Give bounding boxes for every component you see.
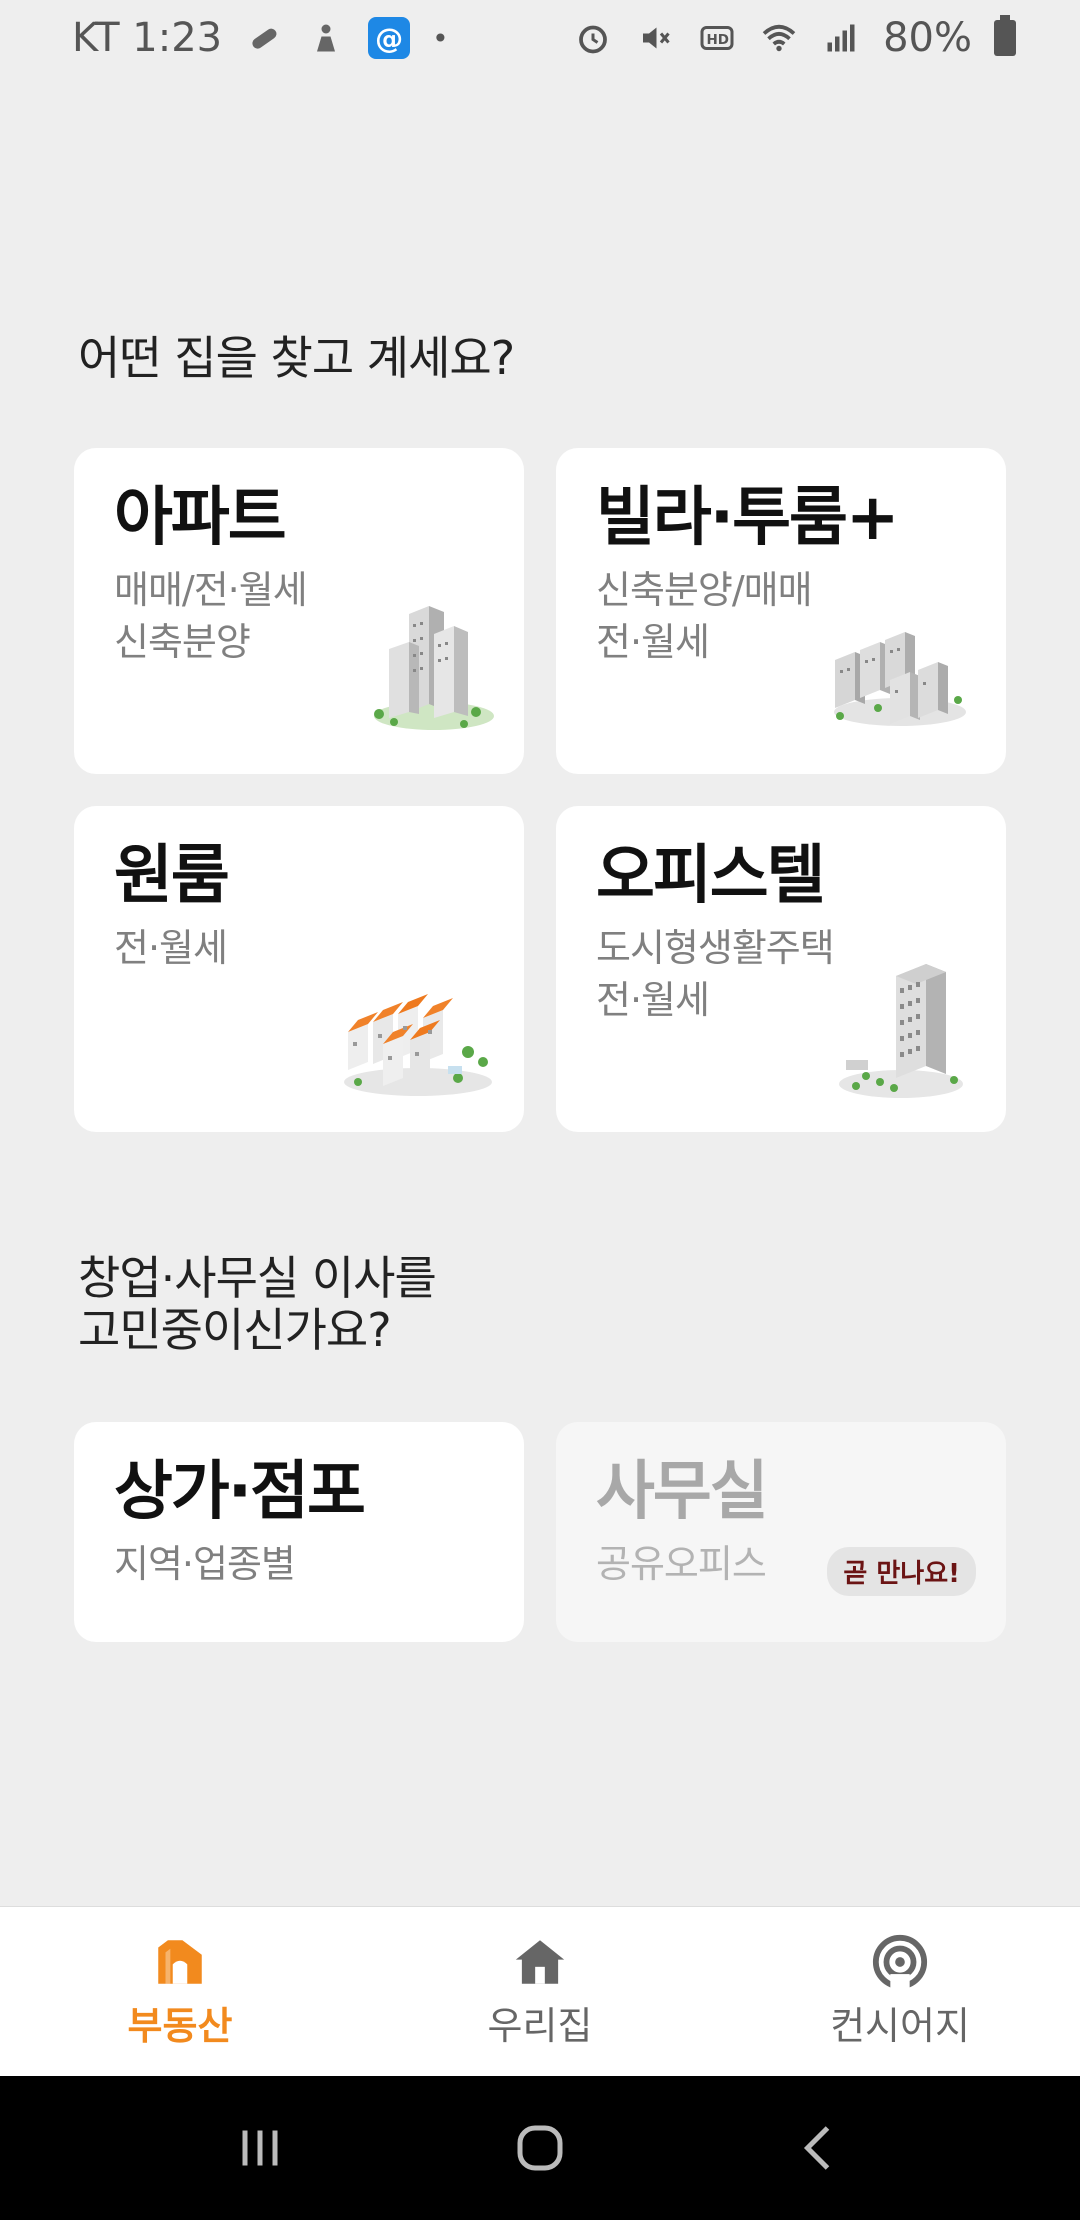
home-button[interactable]: [500, 2108, 580, 2188]
recents-icon: [242, 2130, 278, 2166]
card-apartment[interactable]: 아파트 매매/전·월세 신축분양: [74, 448, 524, 774]
nav-label: 부동산: [127, 2004, 233, 2048]
officetel-building-illustration: [839, 964, 963, 1098]
notification-dot-icon: •: [432, 21, 449, 55]
tab-real-estate[interactable]: 부동산: [0, 1907, 360, 2076]
pill-icon: [244, 18, 284, 58]
card-store[interactable]: 상가·점포 지역·업종별: [74, 1422, 524, 1642]
business-title-line: 고민중이신가요?: [78, 1303, 392, 1357]
business-title-line: 창업·사무실 이사를: [78, 1251, 437, 1305]
alarm-icon: [573, 18, 613, 58]
card-title: 상가·점포: [114, 1455, 366, 1529]
svg-text:HD: HD: [707, 32, 730, 48]
hd-icon: HD: [697, 18, 737, 58]
nav-label: 컨시어지: [830, 2004, 970, 2048]
back-button[interactable]: [780, 2108, 860, 2188]
bottom-nav: 부동산 우리집 컨시어지: [0, 1906, 1080, 2076]
card-subtitle-line: 신축분양/매매: [596, 568, 813, 612]
home-circle-icon: [517, 2125, 563, 2171]
battery-icon: [994, 15, 1016, 56]
card-officetel[interactable]: 오피스텔 도시형생활주택 전·월세: [556, 806, 1006, 1132]
battery-percent: 80%: [883, 15, 972, 61]
status-left: KT 1:23 @ •: [72, 15, 449, 61]
oneroom-houses-illustration: [344, 994, 492, 1096]
wifi-icon: [759, 18, 799, 58]
card-oneroom[interactable]: 원룸 전·월세: [74, 806, 524, 1132]
apartment-buildings-illustration: [374, 606, 494, 730]
card-title: 빌라·투룸+: [596, 481, 899, 555]
system-nav-bar: [0, 2076, 1080, 2220]
signal-icon: [821, 18, 861, 58]
villa-buildings-illustration: [834, 632, 966, 726]
carrier-time: KT 1:23: [72, 15, 223, 61]
card-subtitle-line: 전·월세: [114, 926, 228, 970]
tab-my-home[interactable]: 우리집: [360, 1907, 720, 2076]
home-section-title: 어떤 집을 찾고 계세요?: [78, 331, 515, 385]
person-icon: [306, 18, 346, 58]
app-icon: @: [368, 17, 411, 59]
nav-label: 우리집: [487, 2004, 593, 2048]
back-icon: [803, 2126, 830, 2170]
card-title: 사무실: [596, 1455, 769, 1529]
real-estate-icon: [158, 1940, 202, 1984]
business-section-title: 창업·사무실 이사를 고민중이신가요?: [78, 1251, 437, 1357]
card-office: 사무실 공유오피스 곧 만나요!: [556, 1422, 1006, 1642]
card-subtitle: 지역·업종별: [114, 1542, 296, 1586]
card-title: 원룸: [114, 839, 230, 913]
card-title: 오피스텔: [596, 839, 826, 913]
coming-soon-badge: 곧 만나요!: [827, 1547, 976, 1596]
status-right: HD 80%: [573, 15, 1016, 61]
card-title: 아파트: [114, 481, 287, 555]
card-villa[interactable]: 빌라·투룸+ 신축분양/매매 전·월세: [556, 448, 1006, 774]
mute-icon: [635, 18, 675, 58]
card-subtitle: 전·월세: [114, 922, 484, 974]
tab-concierge[interactable]: 컨시어지: [720, 1907, 1080, 2076]
recents-button[interactable]: [220, 2108, 300, 2188]
concierge-icon: [872, 1934, 928, 1991]
status-bar: KT 1:23 @ • HD 80%: [0, 0, 1080, 76]
home-icon: [515, 1940, 565, 1984]
